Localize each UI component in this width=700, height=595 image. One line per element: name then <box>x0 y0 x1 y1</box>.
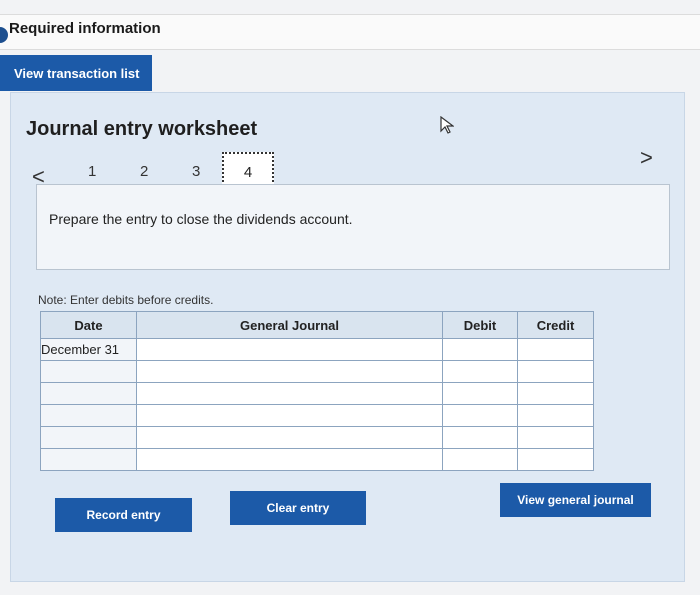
journal-table: Date General Journal Debit Credit Decemb… <box>40 311 594 471</box>
debit-input-cell[interactable] <box>442 382 518 405</box>
step-3[interactable]: 3 <box>192 163 200 180</box>
date-cell <box>40 382 137 405</box>
credit-input-cell[interactable] <box>517 426 594 449</box>
record-entry-button[interactable]: Record entry <box>55 498 192 532</box>
step-1[interactable]: 1 <box>88 163 96 180</box>
credit-input-cell[interactable] <box>517 382 594 405</box>
account-select-cell[interactable] <box>136 404 443 427</box>
step-2[interactable]: 2 <box>140 163 148 180</box>
view-transaction-list-button[interactable]: View transaction list <box>0 55 152 91</box>
account-select-cell[interactable] <box>136 360 443 383</box>
date-cell <box>40 404 137 427</box>
credit-input-cell[interactable] <box>517 360 594 383</box>
credit-input-cell[interactable] <box>517 338 594 361</box>
table-row: December 31 <box>40 338 594 361</box>
instruction-text: Prepare the entry to close the dividends… <box>49 211 353 227</box>
header-dot-icon <box>0 27 8 43</box>
next-step-arrow[interactable]: > <box>640 147 653 169</box>
credit-input-cell[interactable] <box>517 404 594 427</box>
credit-input-cell[interactable] <box>517 448 594 471</box>
table-row <box>40 360 594 383</box>
clear-entry-button[interactable]: Clear entry <box>230 491 366 525</box>
date-cell <box>40 448 137 471</box>
account-select-cell[interactable] <box>136 382 443 405</box>
header-date: Date <box>40 311 137 339</box>
debit-input-cell[interactable] <box>442 404 518 427</box>
view-general-journal-button[interactable]: View general journal <box>500 483 651 517</box>
table-row <box>40 426 594 449</box>
journal-table-wrap: Date General Journal Debit Credit Decemb… <box>40 311 594 471</box>
table-header-row: Date General Journal Debit Credit <box>40 311 594 339</box>
header-general-journal: General Journal <box>136 311 443 339</box>
table-row <box>40 382 594 405</box>
required-info-title: Required information <box>9 20 161 37</box>
worksheet-title: Journal entry worksheet <box>26 118 258 140</box>
debit-input-cell[interactable] <box>442 426 518 449</box>
instruction-box: Prepare the entry to close the dividends… <box>36 184 670 270</box>
date-cell <box>40 360 137 383</box>
table-row <box>40 404 594 427</box>
date-cell <box>40 426 137 449</box>
account-select-cell[interactable] <box>136 426 443 449</box>
account-select-cell[interactable] <box>136 338 443 361</box>
table-row <box>40 448 594 471</box>
header-credit: Credit <box>517 311 594 339</box>
date-cell: December 31 <box>40 338 137 361</box>
mouse-cursor-icon <box>440 116 454 134</box>
header-debit: Debit <box>442 311 518 339</box>
debit-input-cell[interactable] <box>442 360 518 383</box>
debit-input-cell[interactable] <box>442 338 518 361</box>
account-select-cell[interactable] <box>136 448 443 471</box>
note-text: Note: Enter debits before credits. <box>38 293 214 307</box>
debit-input-cell[interactable] <box>442 448 518 471</box>
